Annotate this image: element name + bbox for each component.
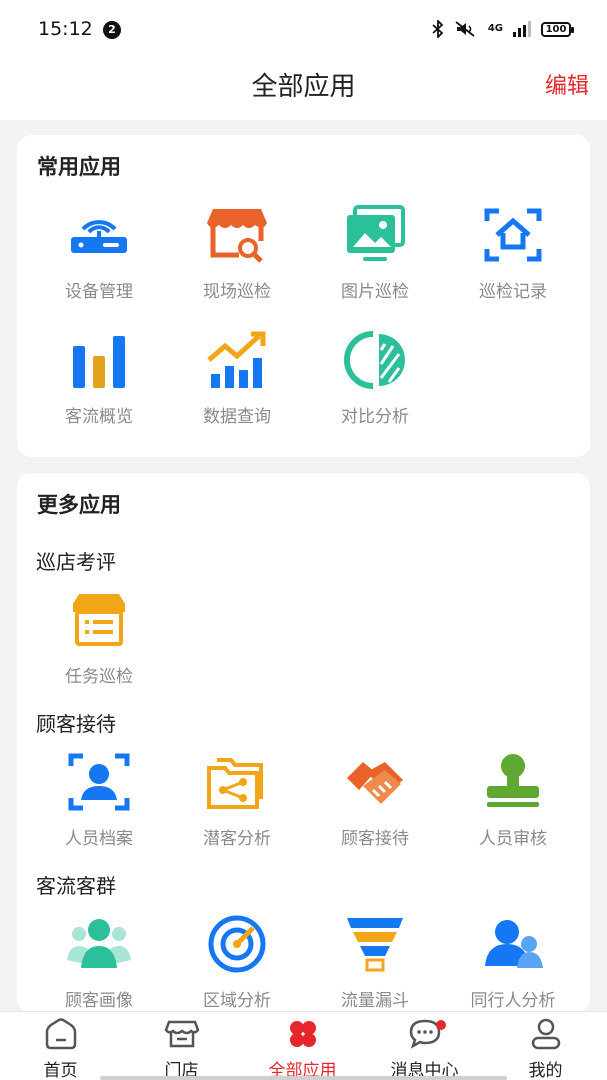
app-label: 客流概览 — [65, 407, 133, 427]
status-bar: 15:12 2 4G 100 — [0, 0, 607, 60]
scan-home-icon — [484, 208, 542, 262]
trend-chart-icon — [207, 331, 266, 388]
share-folder-icon — [207, 758, 263, 809]
app-companion-analysis[interactable]: 同行人分析 — [444, 912, 582, 1011]
mute-icon — [455, 21, 475, 37]
status-icons: 4G 100 — [432, 18, 574, 40]
profile-icon — [531, 1018, 560, 1050]
app-label: 巡检记录 — [479, 282, 547, 302]
store-inspect-icon — [207, 209, 267, 263]
apps-icon — [289, 1021, 316, 1047]
notification-count-badge: 2 — [103, 21, 121, 39]
group-title-customer-flow: 客流客群 — [36, 874, 116, 898]
app-customer-portrait[interactable]: 顾客画像 — [30, 912, 168, 1011]
router-icon — [71, 220, 127, 253]
app-photo-inspection[interactable]: 图片巡检 — [306, 203, 444, 302]
app-comparison-analysis[interactable]: 对比分析 — [306, 328, 444, 427]
app-traffic-funnel[interactable]: 流量漏斗 — [306, 912, 444, 1011]
bluetooth-icon — [432, 20, 444, 38]
companion-icon — [485, 920, 543, 968]
app-personnel-files[interactable]: 人员档案 — [30, 750, 168, 849]
app-site-inspection[interactable]: 现场巡检 — [168, 203, 306, 302]
app-potential-customer-analysis[interactable]: 潜客分析 — [168, 750, 306, 849]
app-label: 同行人分析 — [470, 991, 556, 1011]
app-label: 现场巡检 — [203, 282, 271, 302]
tab-profile[interactable]: 我的 — [485, 1018, 606, 1080]
app-personnel-review[interactable]: 人员审核 — [444, 750, 582, 849]
status-time: 15:12 — [38, 18, 93, 40]
page-header: 全部应用 编辑 — [0, 60, 607, 120]
half-circle-icon — [344, 331, 405, 389]
app-data-query[interactable]: 数据查询 — [168, 328, 306, 427]
app-label: 区域分析 — [203, 991, 271, 1011]
app-customer-reception[interactable]: 顾客接待 — [306, 750, 444, 849]
app-inspection-records[interactable]: 巡检记录 — [444, 203, 582, 302]
home-icon — [45, 1018, 76, 1050]
edit-button[interactable]: 编辑 — [545, 68, 589, 100]
stamp-icon — [487, 754, 539, 807]
app-label: 任务巡检 — [65, 667, 133, 687]
signal-icon — [513, 21, 531, 37]
app-label: 对比分析 — [341, 407, 409, 427]
tab-home[interactable]: 首页 — [0, 1018, 121, 1080]
app-label: 流量漏斗 — [341, 991, 409, 1011]
tab-all-apps[interactable]: 全部应用 — [242, 1018, 363, 1080]
group-title-customer-reception: 顾客接待 — [36, 712, 116, 736]
person-scan-icon — [68, 753, 130, 811]
app-device-management[interactable]: 设备管理 — [30, 203, 168, 302]
app-label: 人员档案 — [65, 829, 133, 849]
common-apps-card: 常用应用 设备管理 现场巡检 图片巡检 巡检记录 客流概览 数据查询 对比分析 — [17, 135, 590, 457]
page-title: 全部应用 — [251, 72, 356, 102]
store-icon — [164, 1020, 199, 1048]
funnel-icon — [347, 918, 403, 972]
network-type: 4G — [487, 23, 503, 34]
app-label: 顾客接待 — [341, 829, 409, 849]
unread-dot — [436, 1020, 446, 1030]
more-apps-card: 更多应用 巡店考评 任务巡检 顾客接待 人员档案 潜客分析 顾客接待 人员审核 … — [17, 473, 590, 1013]
common-apps-title: 常用应用 — [37, 155, 121, 179]
app-area-analysis[interactable]: 区域分析 — [168, 912, 306, 1011]
app-label: 图片巡检 — [341, 282, 409, 302]
handshake-icon — [347, 762, 403, 804]
app-label: 人员审核 — [479, 829, 547, 849]
app-label: 数据查询 — [203, 407, 271, 427]
app-label: 设备管理 — [65, 282, 133, 302]
tab-store[interactable]: 门店 — [121, 1018, 242, 1080]
app-traffic-overview[interactable]: 客流概览 — [30, 328, 168, 427]
bar-chart-icon — [73, 336, 125, 388]
tab-message-center[interactable]: 消息中心 — [364, 1018, 485, 1080]
more-apps-title: 更多应用 — [37, 493, 121, 517]
app-task-inspection[interactable]: 任务巡检 — [30, 588, 168, 687]
app-label: 顾客画像 — [65, 991, 133, 1011]
photo-gallery-icon — [347, 205, 405, 261]
battery-indicator: 100 — [541, 21, 574, 37]
task-box-icon — [73, 594, 125, 646]
radar-icon — [208, 915, 266, 973]
people-group-icon — [67, 919, 131, 968]
group-title-store-evaluation: 巡店考评 — [36, 550, 116, 574]
app-label: 潜客分析 — [203, 829, 271, 849]
home-indicator — [100, 1076, 507, 1080]
bottom-tab-bar: 首页 门店 全部应用 消息中心 我的 — [0, 1011, 607, 1080]
